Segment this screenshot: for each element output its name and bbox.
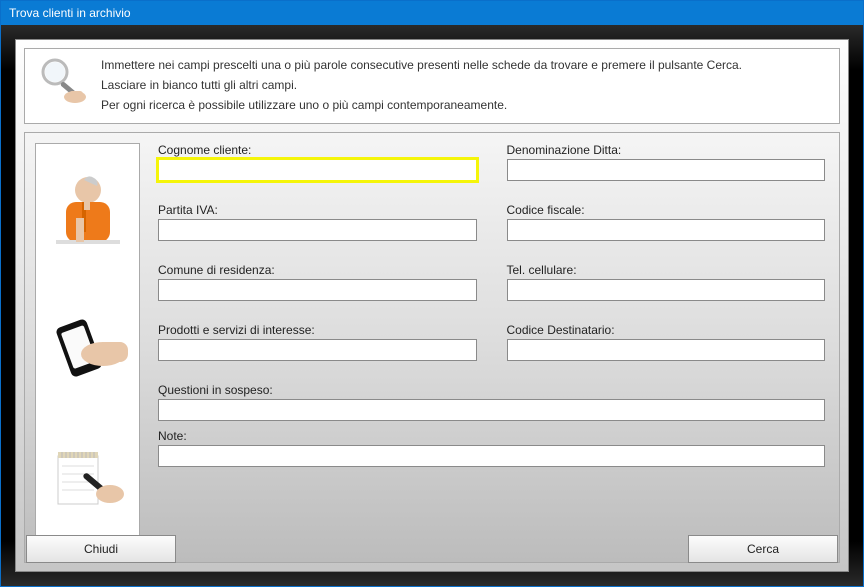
label-comune: Comune di residenza: xyxy=(158,263,477,277)
field-questioni: Questioni in sospeso: xyxy=(158,383,825,421)
field-destinatario: Codice Destinatario: xyxy=(507,323,826,361)
label-prodotti: Prodotti e servizi di interesse: xyxy=(158,323,477,337)
input-destinatario[interactable] xyxy=(507,339,826,361)
input-codice-fiscale[interactable] xyxy=(507,219,826,241)
info-line-3: Per ogni ricerca è possibile utilizzare … xyxy=(101,95,742,115)
input-partita-iva[interactable] xyxy=(158,219,477,241)
field-cognome: Cognome cliente: xyxy=(158,143,477,181)
field-note: Note: xyxy=(158,429,825,467)
phone-hand-icon xyxy=(43,300,133,395)
input-cellulare[interactable] xyxy=(507,279,826,301)
field-denominazione: Denominazione Ditta: xyxy=(507,143,826,181)
window-title: Trova clienti in archivio xyxy=(9,6,131,20)
label-destinatario: Codice Destinatario: xyxy=(507,323,826,337)
field-codice-fiscale: Codice fiscale: xyxy=(507,203,826,241)
field-prodotti: Prodotti e servizi di interesse: xyxy=(158,323,477,361)
input-cognome[interactable] xyxy=(158,159,477,181)
input-denominazione[interactable] xyxy=(507,159,826,181)
input-prodotti[interactable] xyxy=(158,339,477,361)
person-thinking-icon xyxy=(43,168,133,263)
window-titlebar: Trova clienti in archivio xyxy=(1,1,863,25)
label-partita-iva: Partita IVA: xyxy=(158,203,477,217)
dialog-surface: Immettere nei campi prescelti una o più … xyxy=(15,39,849,572)
form-fields: Cognome cliente: Denominazione Ditta: Pa… xyxy=(158,143,825,552)
magnifier-hand-icon xyxy=(33,55,89,105)
info-text: Immettere nei campi prescelti una o più … xyxy=(101,55,742,115)
label-codice-fiscale: Codice fiscale: xyxy=(507,203,826,217)
input-comune[interactable] xyxy=(158,279,477,301)
info-line-2: Lasciare in bianco tutti gli altri campi… xyxy=(101,75,742,95)
label-denominazione: Denominazione Ditta: xyxy=(507,143,826,157)
search-button[interactable]: Cerca xyxy=(688,535,838,563)
search-form-panel: Cognome cliente: Denominazione Ditta: Pa… xyxy=(24,132,840,563)
input-note[interactable] xyxy=(158,445,825,467)
field-comune: Comune di residenza: xyxy=(158,263,477,301)
info-line-1: Immettere nei campi prescelti una o più … xyxy=(101,55,742,75)
close-button[interactable]: Chiudi xyxy=(26,535,176,563)
field-cellulare: Tel. cellulare: xyxy=(507,263,826,301)
label-cellulare: Tel. cellulare: xyxy=(507,263,826,277)
field-partita-iva: Partita IVA: xyxy=(158,203,477,241)
label-cognome: Cognome cliente: xyxy=(158,143,477,157)
window: Trova clienti in archivio Immettere nei … xyxy=(0,0,864,587)
label-questioni: Questioni in sospeso: xyxy=(158,383,825,397)
info-panel: Immettere nei campi prescelti una o più … xyxy=(24,48,840,124)
outer-frame: Immettere nei campi prescelti una o più … xyxy=(1,25,863,586)
label-note: Note: xyxy=(158,429,825,443)
button-row: Chiudi Cerca xyxy=(24,535,840,563)
notepad-pen-icon xyxy=(43,432,133,527)
image-strip xyxy=(35,143,140,552)
input-questioni[interactable] xyxy=(158,399,825,421)
